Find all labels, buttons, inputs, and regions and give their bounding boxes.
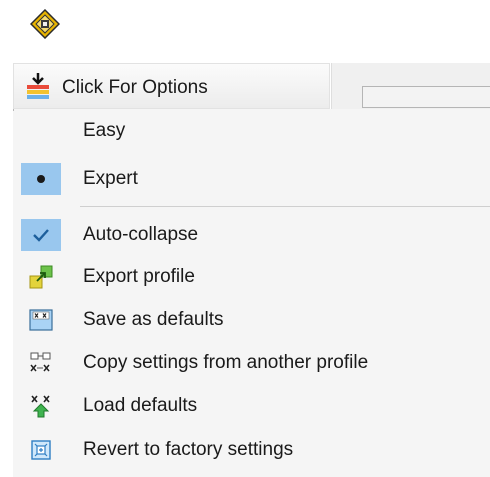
- menu-item-label: Save as defaults: [83, 309, 224, 330]
- toolbar-field[interactable]: [362, 86, 490, 108]
- menu-item-label: Copy settings from another profile: [83, 352, 369, 373]
- check-mark-auto-collapse: [21, 219, 61, 251]
- menu-item-label: Expert: [83, 168, 138, 189]
- menu-item-label: Export profile: [83, 266, 195, 287]
- radio-dot-icon: [37, 175, 45, 183]
- menu-item-label: Revert to factory settings: [83, 439, 294, 460]
- click-for-options-label: Click For Options: [62, 77, 208, 98]
- load-defaults-icon: [31, 395, 50, 418]
- radio-mark-expert: [21, 163, 61, 195]
- menu-item-copy-settings[interactable]: Copy settings from another profile: [13, 344, 490, 382]
- click-for-options-button[interactable]: Click For Options: [13, 63, 330, 109]
- menu-item-load-defaults[interactable]: Load defaults: [13, 387, 490, 425]
- app-diamond-icon: [30, 9, 60, 39]
- menu-item-label: Easy: [83, 120, 126, 141]
- checkmark-icon: [33, 229, 49, 242]
- menu-item-easy[interactable]: Easy: [13, 112, 490, 150]
- menu-item-save-as-defaults[interactable]: Save as defaults: [13, 301, 490, 339]
- save-defaults-icon: [29, 309, 53, 331]
- toolbar-strip: [331, 63, 490, 109]
- menu-item-revert-factory[interactable]: Revert to factory settings: [13, 431, 490, 469]
- menu-item-expert[interactable]: Expert: [13, 160, 490, 198]
- menu-item-label: Auto-collapse: [83, 224, 199, 245]
- menu-separator: [80, 206, 490, 207]
- options-dropdown-icon: [27, 73, 49, 99]
- revert-factory-icon: [31, 440, 51, 460]
- menu-item-export-profile[interactable]: Export profile: [13, 258, 490, 296]
- menu-item-auto-collapse[interactable]: Auto-collapse: [13, 216, 490, 254]
- export-profile-icon: [29, 265, 53, 289]
- copy-settings-icon: [30, 352, 51, 372]
- menu-item-label: Load defaults: [83, 395, 198, 416]
- radio-mark-easy: [21, 115, 61, 147]
